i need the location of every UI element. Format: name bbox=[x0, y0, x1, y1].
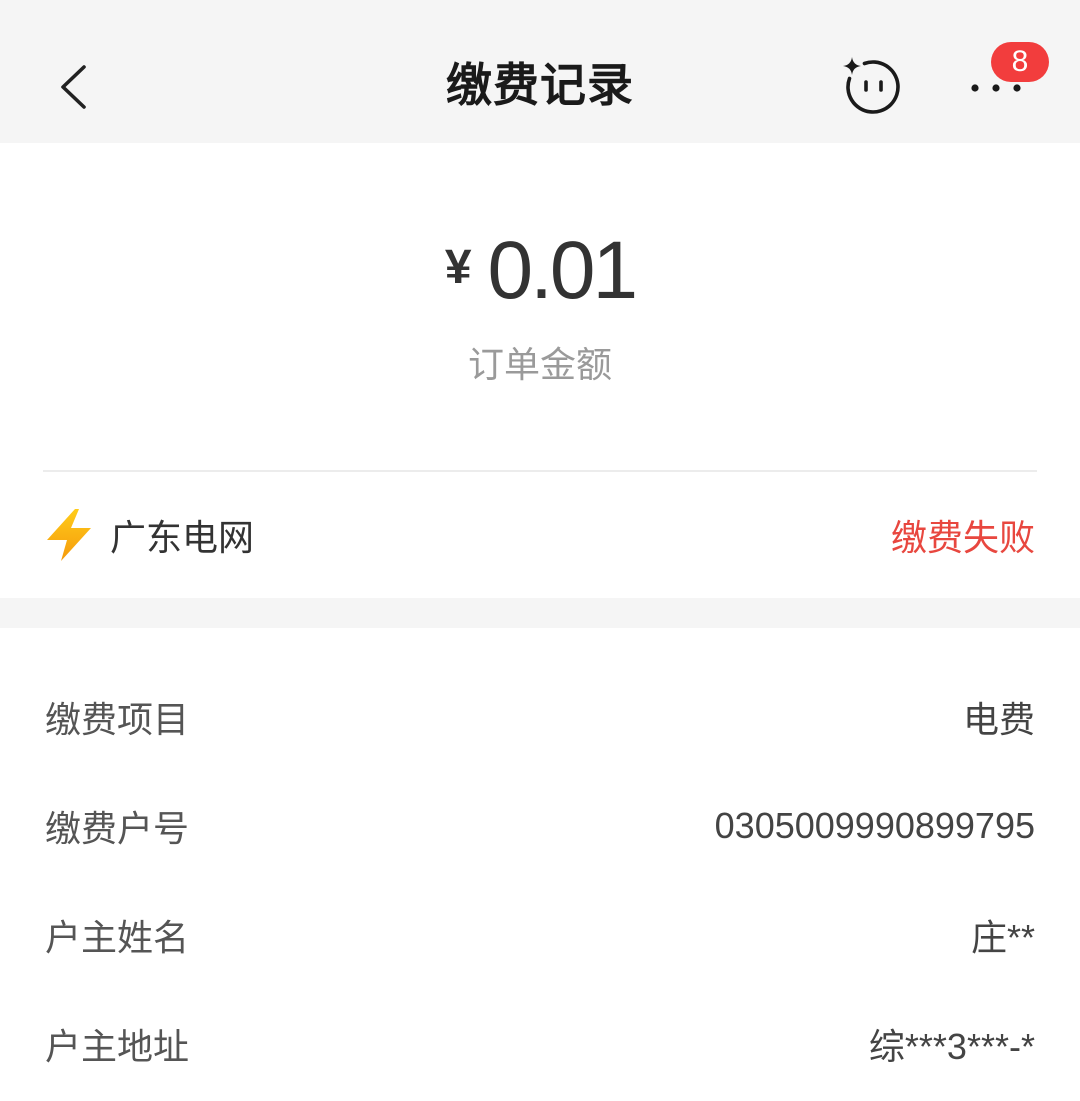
top-nav-bar: 缴费记录 8 bbox=[0, 0, 1080, 143]
back-button[interactable] bbox=[40, 47, 110, 127]
amount-value: 0.01 bbox=[487, 225, 639, 316]
page-title: 缴费记录 bbox=[446, 59, 634, 111]
dot bbox=[992, 84, 1000, 92]
biller-name: 广东电网 bbox=[110, 517, 255, 558]
assistant-button[interactable] bbox=[839, 53, 907, 121]
notification-badge: 8 bbox=[991, 42, 1049, 82]
smiley-sparkle-icon bbox=[843, 57, 900, 114]
currency-symbol: ¥ bbox=[444, 241, 472, 294]
sparkle-shape bbox=[843, 57, 861, 75]
face-outline bbox=[846, 60, 900, 114]
lightning-shape bbox=[47, 509, 91, 561]
chevron-left-icon bbox=[61, 65, 86, 109]
more-button[interactable]: 8 bbox=[960, 40, 1060, 130]
detail-value: 庄** bbox=[970, 916, 1035, 958]
detail-row-holder-address: 户主地址 综***3***-* bbox=[45, 989, 1035, 1098]
order-amount: ¥ 0.01 bbox=[0, 230, 1080, 314]
detail-row-account-number: 缴费户号 0305009990899795 bbox=[45, 771, 1035, 880]
detail-label: 缴费户号 bbox=[45, 807, 190, 849]
detail-row-holder-name: 户主姓名 庄** bbox=[45, 880, 1035, 989]
section-separator bbox=[0, 598, 1080, 628]
lightning-icon bbox=[47, 509, 91, 561]
detail-label: 户主地址 bbox=[45, 1025, 190, 1067]
detail-label: 缴费项目 bbox=[45, 698, 190, 740]
detail-label: 户主姓名 bbox=[45, 916, 190, 958]
chevron-left-stroke bbox=[61, 65, 86, 109]
detail-value: 0305009990899795 bbox=[714, 804, 1035, 846]
order-summary-card: ¥ 0.01 订单金额 广东电网 缴费失败 bbox=[0, 143, 1080, 598]
dot bbox=[971, 84, 979, 92]
payment-status: 缴费失败 bbox=[890, 517, 1035, 558]
payment-details-list: 缴费项目 电费 缴费户号 0305009990899795 户主姓名 庄** 户… bbox=[0, 628, 1080, 1101]
detail-value: 电费 bbox=[962, 698, 1035, 740]
amount-label: 订单金额 bbox=[467, 344, 612, 385]
biller-row: 广东电网 缴费失败 bbox=[0, 472, 1080, 598]
detail-row-payment-item: 缴费项目 电费 bbox=[45, 662, 1035, 771]
dot bbox=[1013, 84, 1021, 92]
detail-value: 综***3***-* bbox=[868, 1025, 1035, 1067]
